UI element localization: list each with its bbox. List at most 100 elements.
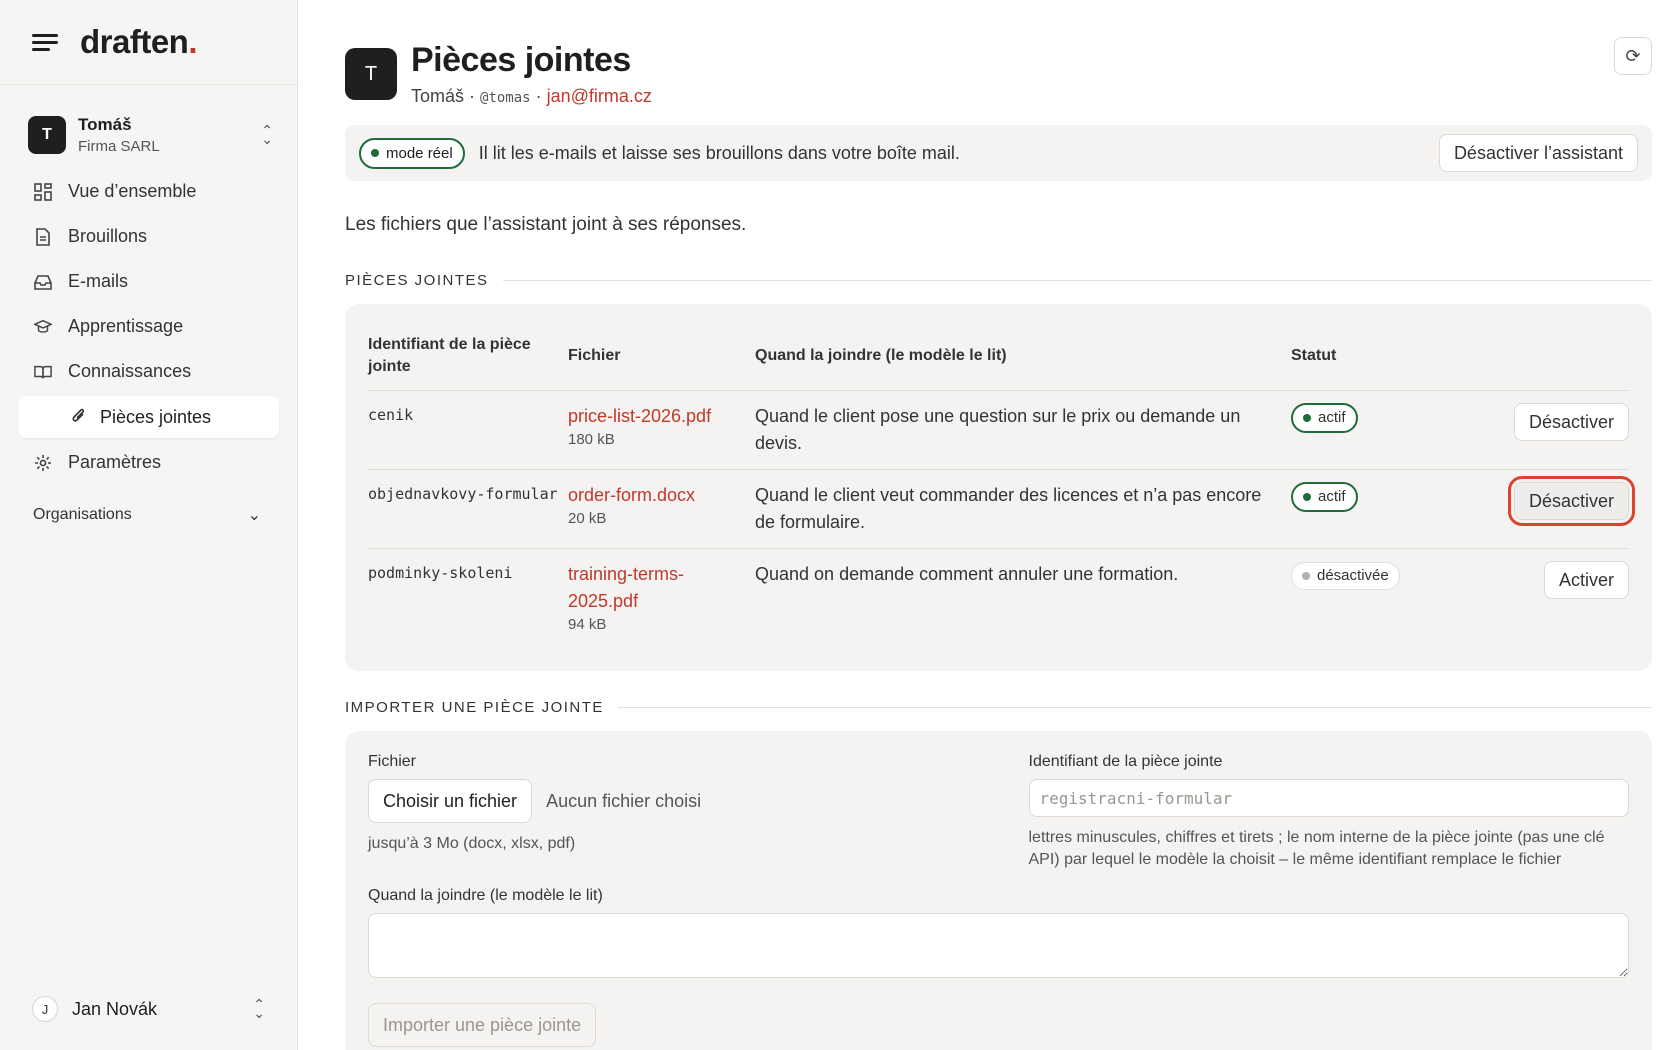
file-field-label: Fichier xyxy=(368,753,417,770)
separator: · xyxy=(530,86,547,106)
file-link[interactable]: price-list-2026.pdf xyxy=(568,403,745,430)
when-textarea[interactable] xyxy=(368,913,1629,978)
import-attachment-button[interactable]: Importer une pièce jointe xyxy=(368,1003,597,1047)
column-header-id: Identifiant de la pièce jointe xyxy=(368,328,568,391)
column-header-when: Quand la joindre (le modèle le lit) xyxy=(755,328,1291,391)
file-link[interactable]: training-terms-2025.pdf xyxy=(568,561,708,615)
grid-icon xyxy=(34,182,52,201)
attachment-id: cenik xyxy=(368,390,568,470)
chevron-updown-icon: ⌃ ⌄ xyxy=(261,122,273,147)
sidebar-item-settings[interactable]: Paramètres xyxy=(0,440,297,485)
status-badge: désactivée xyxy=(1291,562,1400,590)
file-hint: jusqu’à 3 Mo (docx, xlsx, pdf) xyxy=(368,835,576,852)
when-field-label: Quand la joindre (le modèle le lit) xyxy=(368,887,603,904)
sidebar: draften. T Tomáš Firma SARL ⌃ ⌄ Vue d’ens… xyxy=(0,0,298,1050)
mode-badge: mode réel xyxy=(359,137,465,169)
sidebar-item-label: E-mails xyxy=(68,271,129,291)
sidebar-item-label: Vue d’ensemble xyxy=(68,181,197,201)
inbox-icon xyxy=(34,273,52,291)
menu-icon[interactable] xyxy=(32,33,58,51)
file-size: 180 kB xyxy=(568,431,615,448)
account-org: Firma SARL xyxy=(78,138,160,155)
choose-file-button[interactable]: Choisir un fichier xyxy=(368,779,533,823)
separator: · xyxy=(464,86,481,106)
refresh-button[interactable]: ⟳ xyxy=(1614,37,1652,75)
header-name: Tomáš xyxy=(411,86,465,106)
column-header-status: Statut xyxy=(1291,328,1411,391)
status-dot xyxy=(1302,572,1310,580)
id-hint: lettres minuscules, chiffres et tirets ;… xyxy=(1028,829,1605,868)
sidebar-item-label: Pièces jointes xyxy=(100,406,212,427)
no-file-text: Aucun fichier choisi xyxy=(546,790,702,811)
attachment-id-input[interactable] xyxy=(1028,779,1629,817)
status-dot xyxy=(1303,414,1311,422)
header-avatar: T xyxy=(345,48,397,100)
id-field-label: Identifiant de la pièce jointe xyxy=(1028,753,1223,770)
sidebar-nav: Vue d’ensemble Brouillons E-mails Appren… xyxy=(0,169,297,485)
chevron-down-icon: ⌄ xyxy=(247,507,261,524)
attachment-when: Quand le client veut commander des licen… xyxy=(755,469,1291,549)
page-subtitle: Tomáš · @tomas · jan@firma.cz xyxy=(411,86,652,107)
sidebar-item-drafts[interactable]: Brouillons xyxy=(0,214,297,259)
status-badge: actif xyxy=(1291,403,1358,433)
attachment-id: objednavkovy-formular xyxy=(368,469,568,549)
page-header: T Pièces jointes Tomáš · @tomas · jan@fi… xyxy=(345,40,1652,107)
deactivate-button[interactable]: Désactiver xyxy=(1513,403,1629,441)
mode-banner: mode réel Il lit les e-mails et laisse s… xyxy=(345,125,1652,181)
chevron-updown-icon: ⌃ ⌄ xyxy=(253,996,265,1021)
book-icon xyxy=(34,363,52,381)
brand-bar: draften. xyxy=(0,0,297,85)
sidebar-item-label: Brouillons xyxy=(68,226,148,246)
user-name: Jan Novák xyxy=(72,998,158,1019)
attachment-when: Quand le client pose une question sur le… xyxy=(755,390,1291,470)
file-size: 94 kB xyxy=(568,616,607,633)
column-header-file: Fichier xyxy=(568,328,755,391)
attachments-table-card: Identifiant de la pièce jointe Fichier Q… xyxy=(345,304,1652,671)
table-row: cenik price-list-2026.pdf 180 kB Quand le… xyxy=(368,390,1629,470)
paperclip-icon xyxy=(70,406,86,429)
account-switcher[interactable]: T Tomáš Firma SARL ⌃ ⌄ xyxy=(28,115,273,155)
mode-label: mode réel xyxy=(386,144,453,162)
sidebar-item-overview[interactable]: Vue d’ensemble xyxy=(0,169,297,214)
organisations-toggle[interactable]: Organisations ⌄ xyxy=(33,505,261,525)
header-email-link[interactable]: jan@firma.cz xyxy=(547,86,652,106)
import-form-card: Fichier Choisir un fichier Aucun fichier… xyxy=(345,731,1652,1050)
sidebar-item-attachments[interactable]: Pièces jointes xyxy=(18,396,279,438)
deactivate-button[interactable]: Désactiver xyxy=(1507,476,1636,526)
status-dot xyxy=(371,149,379,157)
file-link[interactable]: order-form.docx xyxy=(568,482,745,509)
gear-icon xyxy=(34,454,52,472)
page-title: Pièces jointes xyxy=(411,41,631,79)
account-name: Tomáš xyxy=(78,115,132,134)
attachments-table: Identifiant de la pièce jointe Fichier Q… xyxy=(368,328,1636,648)
activate-button[interactable]: Activer xyxy=(1543,561,1629,599)
table-row: podminky-skoleni training-terms-2025.pdf… xyxy=(368,549,1629,648)
banner-text: Il lit les e-mails et laisse ses brouill… xyxy=(478,142,960,163)
sidebar-item-label: Connaissances xyxy=(68,361,192,381)
header-handle: @tomas xyxy=(480,90,531,106)
column-header-action xyxy=(1411,328,1629,391)
sidebar-item-emails[interactable]: E-mails xyxy=(0,259,297,304)
graduation-cap-icon xyxy=(34,318,52,336)
import-section-title: IMPORTER UNE PIÈCE JOINTE xyxy=(345,699,1652,716)
account-avatar: T xyxy=(28,116,66,154)
user-avatar: J xyxy=(32,996,58,1022)
sidebar-item-learning[interactable]: Apprentissage xyxy=(0,304,297,349)
refresh-icon: ⟳ xyxy=(1625,45,1641,66)
attachment-when: Quand on demande comment annuler une for… xyxy=(755,564,1179,584)
sidebar-item-knowledge[interactable]: Connaissances xyxy=(0,349,297,394)
user-menu[interactable]: J Jan Novák ⌃ ⌄ xyxy=(32,996,265,1022)
document-icon xyxy=(34,227,52,246)
attachments-section-title: PIÈCES JOINTES xyxy=(345,272,1652,289)
logo[interactable]: draften. xyxy=(80,23,197,61)
sidebar-item-label: Apprentissage xyxy=(68,316,184,336)
main-content: T Pièces jointes Tomáš · @tomas · jan@fi… xyxy=(298,0,1680,1050)
page-intro: Les fichiers que l’assistant joint à ses… xyxy=(345,214,747,235)
status-badge: actif xyxy=(1291,482,1358,512)
attachment-id: podminky-skoleni xyxy=(368,564,513,582)
file-size: 20 kB xyxy=(568,510,607,527)
table-row: objednavkovy-formular order-form.docx 20 … xyxy=(368,469,1636,549)
deactivate-assistant-button[interactable]: Désactiver l’assistant xyxy=(1438,134,1638,172)
organisations-label: Organisations xyxy=(33,506,132,523)
sidebar-item-label: Paramètres xyxy=(68,452,162,472)
